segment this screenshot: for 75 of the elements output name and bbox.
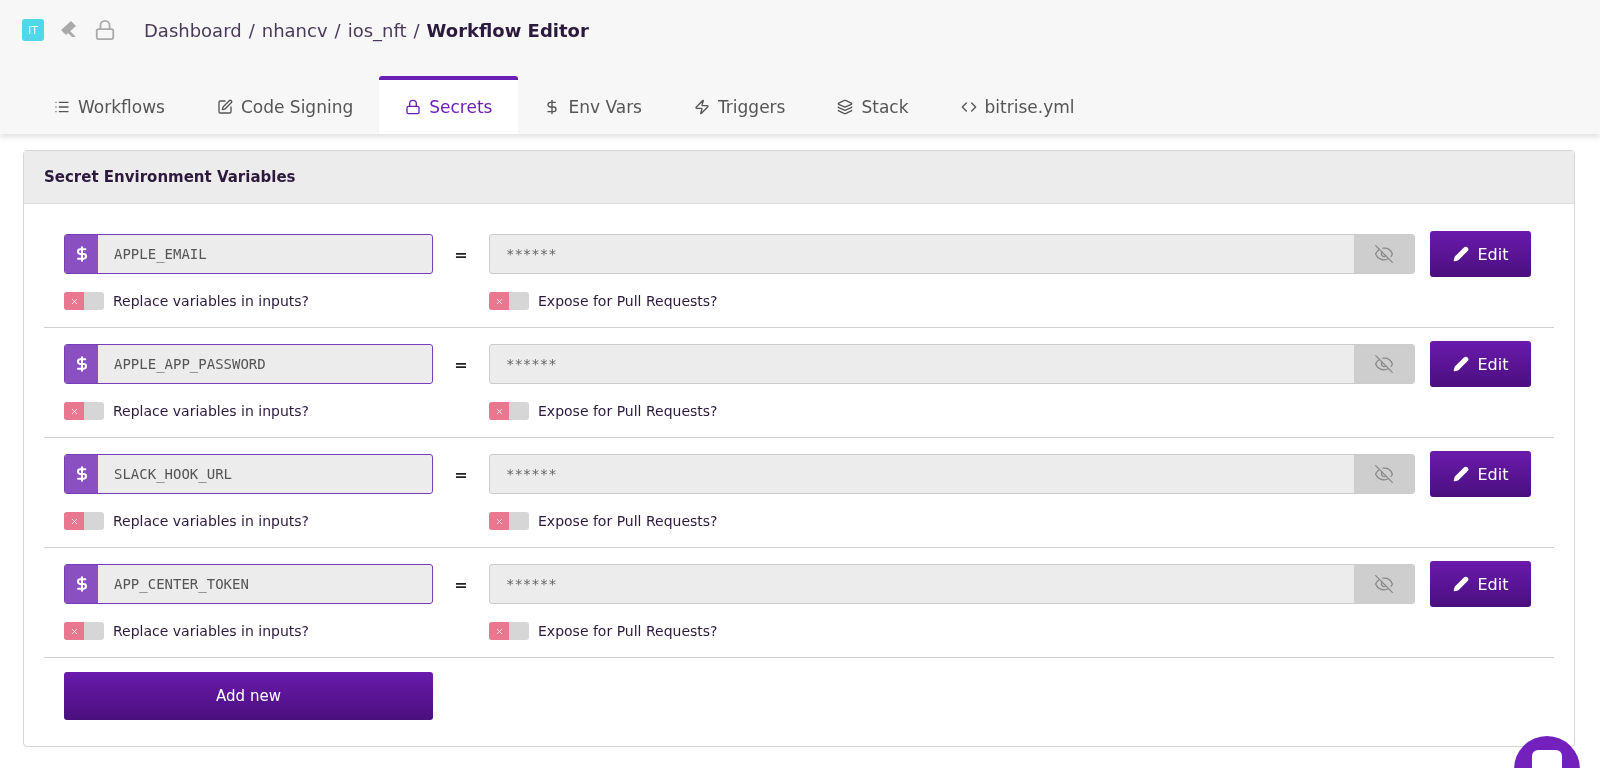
value-field[interactable]: ****** [489, 454, 1415, 494]
list-icon [54, 99, 70, 115]
toggle-switch[interactable] [64, 622, 104, 640]
toggle-label: Replace variables in inputs? [113, 623, 309, 639]
breadcrumb-separator: / [248, 19, 255, 41]
tab[interactable]: Secrets [379, 76, 519, 134]
toggle-label: Expose for Pull Requests? [538, 293, 718, 309]
toggle-label: Expose for Pull Requests? [538, 623, 718, 639]
key-field[interactable]: APPLE_EMAIL [64, 234, 433, 274]
pencil-icon [1452, 466, 1469, 482]
value-field[interactable]: ****** [489, 344, 1415, 384]
breadcrumb-separator: / [334, 19, 341, 41]
tab[interactable]: Code Signing [190, 76, 380, 134]
eye-slash-icon [1374, 464, 1394, 484]
breadcrumb-link[interactable]: nhancv [261, 19, 328, 41]
breadcrumb-current: Workflow Editor [426, 19, 589, 41]
value-field[interactable]: ****** [489, 234, 1415, 274]
layers-icon [837, 99, 854, 115]
breadcrumb-link[interactable]: ios_nft [347, 19, 407, 41]
key-field[interactable]: SLACK_HOOK_URL [64, 454, 433, 494]
tab[interactable]: Triggers [668, 76, 812, 134]
eye-slash-icon [1374, 244, 1394, 264]
toggle-label: Expose for Pull Requests? [538, 403, 718, 419]
breadcrumb-link[interactable]: Dashboard [144, 19, 242, 41]
cross-icon [494, 516, 504, 526]
toggle-switch[interactable] [489, 402, 529, 420]
equals-sign: = [453, 574, 469, 594]
edit-button[interactable]: Edit [1430, 341, 1531, 387]
pencil-icon [1452, 356, 1469, 372]
add-new-button[interactable]: Add new [64, 672, 433, 720]
panel-title: Secret Environment Variables [44, 168, 296, 186]
key-field[interactable]: APPLE_APP_PASSWORD [64, 344, 433, 384]
breadcrumb-separator: / [413, 19, 420, 41]
reveal-button[interactable] [1354, 455, 1414, 493]
value-field[interactable]: ****** [489, 564, 1415, 604]
edit-button[interactable]: Edit [1430, 231, 1531, 277]
edit-button[interactable]: Edit [1430, 561, 1531, 607]
toggle-label: Replace variables in inputs? [113, 403, 309, 419]
toggle-switch[interactable] [64, 512, 104, 530]
eye-slash-icon [1374, 354, 1394, 374]
toggle-switch[interactable] [64, 292, 104, 310]
eye-slash-icon [1374, 574, 1394, 594]
toggle-label: Replace variables in inputs? [113, 293, 309, 309]
cross-icon [494, 296, 504, 306]
edit-icon [216, 99, 233, 115]
cross-icon [69, 626, 79, 636]
key-field[interactable]: APP_CENTER_TOKEN [64, 564, 433, 604]
lock-icon [405, 99, 422, 115]
cross-icon [494, 406, 504, 416]
toggle-switch[interactable] [489, 622, 529, 640]
cross-icon [69, 406, 79, 416]
equals-sign: = [453, 464, 469, 484]
cross-icon [494, 626, 504, 636]
reveal-button[interactable] [1354, 565, 1414, 603]
cross-icon [69, 516, 79, 526]
reveal-button[interactable] [1354, 235, 1414, 273]
code-icon [960, 99, 977, 115]
toggle-switch[interactable] [64, 402, 104, 420]
pencil-icon [1452, 246, 1469, 262]
tab[interactable]: Stack [811, 76, 935, 134]
edit-button[interactable]: Edit [1430, 451, 1531, 497]
toggle-label: Expose for Pull Requests? [538, 513, 718, 529]
tab[interactable]: Env Vars [518, 76, 668, 134]
toggle-switch[interactable] [489, 292, 529, 310]
cross-icon [69, 296, 79, 306]
tab[interactable]: bitrise.yml [934, 76, 1101, 134]
toggle-switch[interactable] [489, 512, 529, 530]
pencil-icon [1452, 576, 1469, 592]
lock-icon [94, 19, 116, 41]
lightning-icon [694, 99, 710, 115]
toggle-label: Replace variables in inputs? [113, 513, 309, 529]
equals-sign: = [453, 354, 469, 374]
tab[interactable]: Workflows [28, 76, 191, 134]
equals-sign: = [453, 244, 469, 264]
reveal-button[interactable] [1354, 345, 1414, 383]
